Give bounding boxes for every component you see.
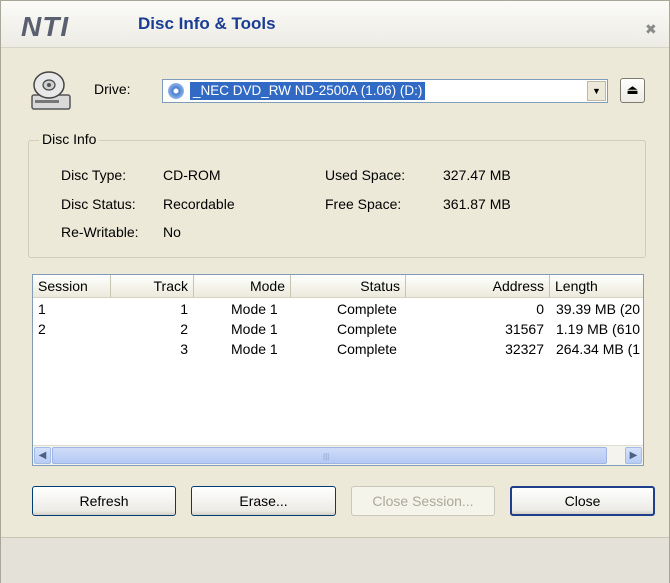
track-cell: 1 bbox=[180, 301, 188, 317]
drive-label: Drive: bbox=[94, 81, 131, 97]
address-cell: 31567 bbox=[505, 321, 544, 337]
used-space-label: Used Space: bbox=[325, 167, 406, 183]
column-header-session[interactable]: Session bbox=[33, 275, 111, 297]
status-bar bbox=[1, 537, 669, 583]
window-title: Disc Info & Tools bbox=[138, 14, 276, 33]
title-bar: NTI Disc Info & Tools ✖ bbox=[1, 1, 669, 48]
column-header-track[interactable]: Track bbox=[111, 275, 194, 297]
status-cell: Complete bbox=[337, 341, 397, 357]
free-space-label: Free Space: bbox=[325, 196, 402, 212]
address-cell: 32327 bbox=[505, 341, 544, 357]
close-button[interactable]: Close bbox=[510, 486, 655, 516]
eject-button[interactable]: ⏏ bbox=[620, 78, 645, 103]
column-header-length[interactable]: Length bbox=[550, 275, 643, 297]
grip-icon: ||| bbox=[323, 452, 330, 461]
disc-type-value: CD-ROM bbox=[163, 167, 221, 183]
length-cell: 1.19 MB (610 bbox=[556, 321, 641, 337]
disc-status-value: Recordable bbox=[163, 196, 235, 212]
column-header-mode[interactable]: Mode bbox=[194, 275, 291, 297]
drive-dropdown[interactable]: _NEC DVD_RW ND-2500A (1.06) (D:) ▼ bbox=[162, 79, 608, 103]
scroll-left-icon[interactable]: ◀ bbox=[34, 447, 51, 464]
disc-drive-icon bbox=[31, 71, 71, 110]
track-cell: 2 bbox=[180, 321, 188, 337]
cd-icon bbox=[168, 83, 184, 99]
close-icon[interactable]: ✖ bbox=[645, 21, 657, 38]
session-cell: 2 bbox=[38, 321, 46, 337]
disc-type-label: Disc Type: bbox=[61, 167, 127, 183]
column-header-address[interactable]: Address bbox=[406, 275, 550, 297]
free-space-value: 361.87 MB bbox=[443, 196, 511, 212]
rewritable-label: Re-Writable: bbox=[61, 224, 139, 240]
rewritable-value: No bbox=[163, 224, 181, 240]
close-session-button: Close Session... bbox=[351, 486, 495, 516]
track-cell: 3 bbox=[180, 341, 188, 357]
length-cell: 264.34 MB (1 bbox=[556, 341, 641, 357]
status-cell: Complete bbox=[337, 301, 397, 317]
horizontal-scrollbar[interactable]: ◀ ||| ▶ bbox=[33, 445, 643, 465]
column-header-status[interactable]: Status bbox=[291, 275, 406, 297]
track-list-header: Session Track Mode Status Address Length bbox=[33, 275, 643, 298]
used-space-value: 327.47 MB bbox=[443, 167, 511, 183]
address-cell: 0 bbox=[536, 301, 544, 317]
scroll-right-icon[interactable]: ▶ bbox=[625, 447, 642, 464]
mode-cell: Mode 1 bbox=[231, 301, 278, 317]
track-list[interactable]: Session Track Mode Status Address Length… bbox=[32, 274, 644, 466]
disc-info-window: NTI Disc Info & Tools ✖ Drive: _NEC DVD_… bbox=[0, 0, 670, 583]
drive-selected-value: _NEC DVD_RW ND-2500A (1.06) (D:) bbox=[190, 82, 426, 100]
disc-status-label: Disc Status: bbox=[61, 196, 136, 212]
length-cell: 39.39 MB (20 bbox=[556, 301, 641, 317]
scrollbar-thumb[interactable]: ||| bbox=[52, 447, 607, 464]
disc-info-group-title: Disc Info bbox=[39, 131, 100, 147]
status-cell: Complete bbox=[337, 321, 397, 337]
session-cell: 1 bbox=[38, 301, 46, 317]
chevron-down-icon[interactable]: ▼ bbox=[587, 81, 606, 101]
mode-cell: Mode 1 bbox=[231, 341, 278, 357]
nti-logo: NTI bbox=[21, 11, 70, 42]
erase-button[interactable]: Erase... bbox=[191, 486, 336, 516]
mode-cell: Mode 1 bbox=[231, 321, 278, 337]
refresh-button[interactable]: Refresh bbox=[32, 486, 176, 516]
